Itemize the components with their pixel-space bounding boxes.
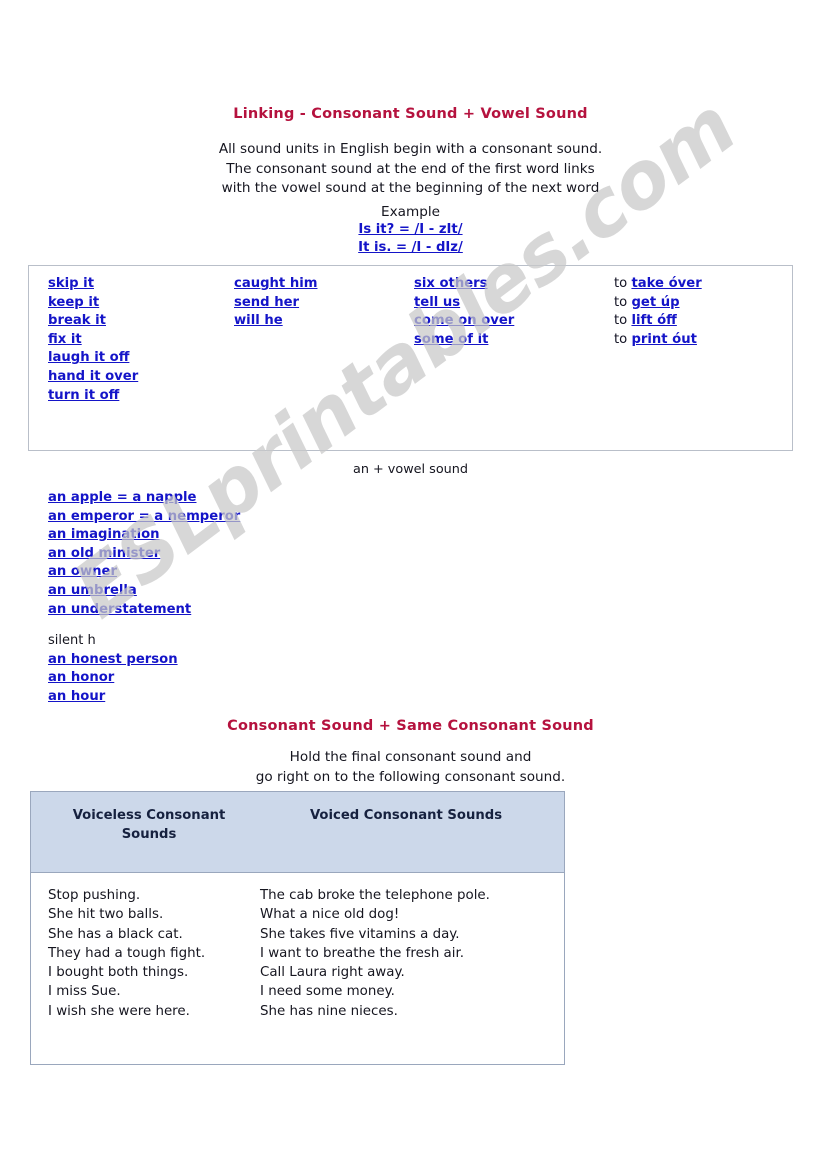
- link-item: six others: [414, 276, 488, 291]
- list-item: an owner: [48, 564, 117, 580]
- list-item: an hour: [48, 688, 106, 704]
- table-cell: I want to breathe the fresh air.: [260, 945, 465, 961]
- link-item: to print óut: [614, 331, 697, 347]
- example-label: Example: [381, 204, 440, 220]
- link-item: tell us: [414, 294, 461, 310]
- link-item: break it: [48, 313, 106, 329]
- list-item: an emperor = a nemperor: [48, 508, 241, 524]
- link-item: turn it off: [48, 387, 120, 403]
- linking-column-4: to take óver to get úp to lift óff to pr…: [614, 275, 702, 349]
- table-cell: I wish she were here.: [48, 1003, 190, 1019]
- list-item: an honest person: [48, 651, 178, 667]
- link-item: to get úp: [614, 294, 680, 310]
- link-item: come on over: [414, 313, 515, 329]
- table-cell: They had a tough fight.: [48, 945, 206, 961]
- table-cell: Call Laura right away.: [260, 965, 405, 981]
- table-header-row: Voiceless Consonant Sounds Voiced Conson…: [31, 792, 564, 873]
- section-title-linking: Linking - Consonant Sound + Vowel Sound: [233, 106, 588, 122]
- example-line: Is it? = /I - zIt/: [358, 222, 463, 237]
- intro-line: All sound units in English begin with a …: [218, 141, 603, 157]
- link-item: skip it: [48, 276, 94, 291]
- table-cell: I miss Sue.: [48, 984, 121, 1000]
- section-title-same-consonant: Consonant Sound + Same Consonant Sound: [227, 718, 594, 734]
- link-item: some of it: [414, 331, 489, 347]
- to-prefix: to: [614, 331, 632, 347]
- section-intro-linking: All sound units in English begin with a …: [0, 140, 821, 199]
- list-item: an apple = a napple: [48, 490, 197, 505]
- table-cell: She hit two balls.: [48, 907, 164, 923]
- to-prefix: to: [614, 294, 632, 310]
- table-cell: I need some money.: [260, 984, 395, 1000]
- consonant-sounds-table: Voiceless Consonant Sounds Voiced Conson…: [30, 791, 565, 1065]
- silent-h-block: silent h an honest person an honor an ho…: [48, 632, 178, 706]
- table-cell: She has nine nieces.: [260, 1003, 398, 1019]
- table-header-voiced: Voiced Consonant Sounds: [309, 808, 503, 823]
- link-item: keep it: [48, 294, 100, 310]
- list-item: an understatement: [48, 601, 192, 617]
- table-body: Stop pushing. She hit two balls. She has…: [31, 873, 564, 1064]
- linking-column-2: caught him send her will he: [234, 275, 317, 331]
- linking-columns: skip it keep it break it fix it laugh it…: [28, 275, 793, 445]
- link-item: to take óver: [614, 276, 702, 291]
- link-item: will he: [234, 313, 283, 329]
- linking-column-1: skip it keep it break it fix it laugh it…: [48, 275, 138, 405]
- table-cell: What a nice old dog!: [260, 907, 400, 923]
- table-cell: I bought both things.: [48, 965, 189, 981]
- intro-line: The consonant sound at the end of the fi…: [226, 160, 595, 177]
- to-prefix: to: [614, 313, 632, 329]
- an-vowel-list: an apple = a napple an emperor = a nempe…: [48, 489, 240, 619]
- link-item: send her: [234, 294, 300, 310]
- to-prefix: to: [614, 276, 632, 291]
- table-cell: She has a black cat.: [48, 926, 183, 942]
- example-line: It is. = /I - dIz/: [358, 240, 463, 255]
- list-item: an honor: [48, 670, 115, 686]
- intro-line: go right on to the following consonant s…: [255, 768, 566, 785]
- silent-h-label: silent h: [48, 633, 96, 648]
- worksheet-page: Linking - Consonant Sound + Vowel Sound …: [0, 0, 821, 1169]
- table-cell: The cab broke the telephone pole.: [260, 888, 490, 903]
- link-item: to lift óff: [614, 313, 677, 329]
- intro-line: with the vowel sound at the beginning of…: [221, 180, 600, 196]
- link-item: laugh it off: [48, 350, 130, 366]
- intro-line: Hold the final consonant sound and: [289, 749, 532, 765]
- an-vowel-label: an + vowel sound: [352, 462, 469, 477]
- linking-column-3: six others tell us come on over some of …: [414, 275, 514, 349]
- table-cell: She takes five vitamins a day.: [260, 926, 460, 942]
- link-item: hand it over: [48, 368, 139, 384]
- table-column-voiced: The cab broke the telephone pole. What a…: [260, 886, 490, 1021]
- list-item: an umbrella: [48, 582, 137, 598]
- list-item: an old minister: [48, 545, 161, 561]
- table-header-voiceless: Voiceless Consonant Sounds: [72, 808, 226, 842]
- example-block: Example Is it? = /I - zIt/ It is. = /I -…: [0, 203, 821, 257]
- table-column-voiceless: Stop pushing. She hit two balls. She has…: [48, 886, 205, 1021]
- link-item: fix it: [48, 331, 82, 347]
- table-cell: Stop pushing.: [48, 888, 141, 903]
- section-intro-same-consonant: Hold the final consonant sound and go ri…: [0, 748, 821, 787]
- list-item: an imagination: [48, 527, 160, 543]
- link-item: caught him: [234, 276, 318, 291]
